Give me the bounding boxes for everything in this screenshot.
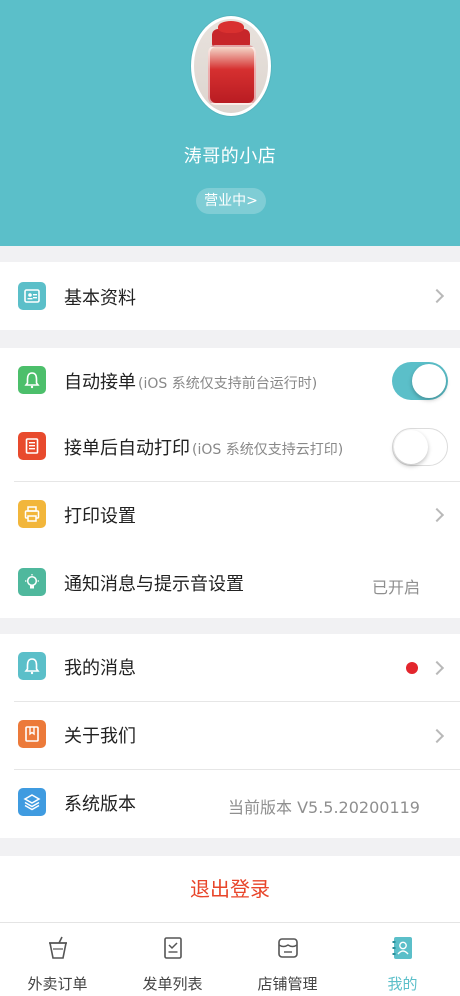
- tab-label: 外卖订单: [27, 975, 88, 993]
- bottom-tab-bar: 外卖订单 发单列表 店铺管理 我的: [0, 922, 460, 996]
- profile-header: 涛哥的小店 营业中>: [0, 0, 460, 246]
- basic-info-row[interactable]: 基本资料: [0, 262, 460, 330]
- tab-label: 我的: [387, 975, 418, 993]
- auto-accept-label: 自动接单: [64, 372, 136, 393]
- chevron-right-icon: [429, 507, 445, 523]
- auto-print-note: (iOS 系统仅支持云打印): [192, 442, 344, 458]
- bell-icon: [18, 652, 46, 680]
- auto-accept-toggle[interactable]: [392, 362, 448, 400]
- store-avatar[interactable]: [191, 16, 271, 116]
- bell-icon: [18, 366, 46, 394]
- tab-label: 发单列表: [142, 975, 203, 993]
- auto-accept-note: (iOS 系统仅支持前台运行时): [138, 376, 318, 392]
- tab-store-management[interactable]: 店铺管理: [230, 923, 345, 996]
- auto-print-toggle[interactable]: [392, 428, 448, 466]
- store-icon: [278, 938, 298, 958]
- store-name: 涛哥的小店: [183, 146, 277, 167]
- id-card-icon: [18, 282, 46, 310]
- chevron-right-icon: [429, 728, 445, 744]
- tab-takeout-orders[interactable]: 外卖订单: [0, 923, 115, 996]
- profile-section: 基本资料: [0, 262, 460, 330]
- auto-accept-row: 自动接单 (iOS 系统仅支持前台运行时): [0, 348, 460, 414]
- unread-badge: [406, 662, 418, 674]
- system-version-label: 系统版本: [64, 794, 136, 815]
- about-section: 我的消息 关于我们 系统版本 当前版本 V5.5.20200119: [0, 634, 460, 838]
- tab-order-list[interactable]: 发单列表: [115, 923, 230, 996]
- contact-book-icon: [392, 937, 412, 959]
- logout-button[interactable]: 退出登录: [0, 856, 460, 922]
- receipt-icon: [18, 432, 46, 460]
- notification-status: 已开启: [371, 578, 420, 597]
- print-settings-row[interactable]: 打印设置: [0, 482, 460, 548]
- notification-settings-label: 通知消息与提示音设置: [64, 574, 244, 595]
- current-version: 当前版本 V5.5.20200119: [227, 798, 420, 817]
- lightbulb-icon: [18, 568, 46, 596]
- layers-icon: [18, 788, 46, 816]
- document-icon: [164, 937, 182, 959]
- avatar-image: [194, 19, 268, 113]
- tab-label: 店铺管理: [257, 975, 318, 993]
- my-messages-label: 我的消息: [64, 658, 136, 679]
- about-us-row[interactable]: 关于我们: [0, 702, 460, 768]
- auto-print-row: 接单后自动打印 (iOS 系统仅支持云打印): [0, 414, 460, 480]
- chevron-right-icon: [429, 288, 445, 304]
- my-messages-row[interactable]: 我的消息: [0, 634, 460, 700]
- bookmark-book-icon: [18, 720, 46, 748]
- business-status-button[interactable]: 营业中>: [196, 188, 266, 214]
- settings-section: 自动接单 (iOS 系统仅支持前台运行时) 接单后自动打印 (iOS 系统仅支持云打…: [0, 348, 460, 618]
- system-version-row: 系统版本 当前版本 V5.5.20200119: [0, 770, 460, 836]
- basic-info-label: 基本资料: [64, 288, 136, 309]
- auto-print-label: 接单后自动打印: [64, 438, 190, 459]
- print-settings-label: 打印设置: [64, 506, 136, 527]
- about-us-label: 关于我们: [64, 726, 136, 747]
- printer-icon: [18, 500, 46, 528]
- tab-mine[interactable]: 我的: [345, 923, 460, 996]
- notification-settings-row[interactable]: 通知消息与提示音设置 已开启: [0, 550, 460, 616]
- chevron-right-icon: [429, 660, 445, 676]
- drink-cup-icon: [49, 936, 67, 959]
